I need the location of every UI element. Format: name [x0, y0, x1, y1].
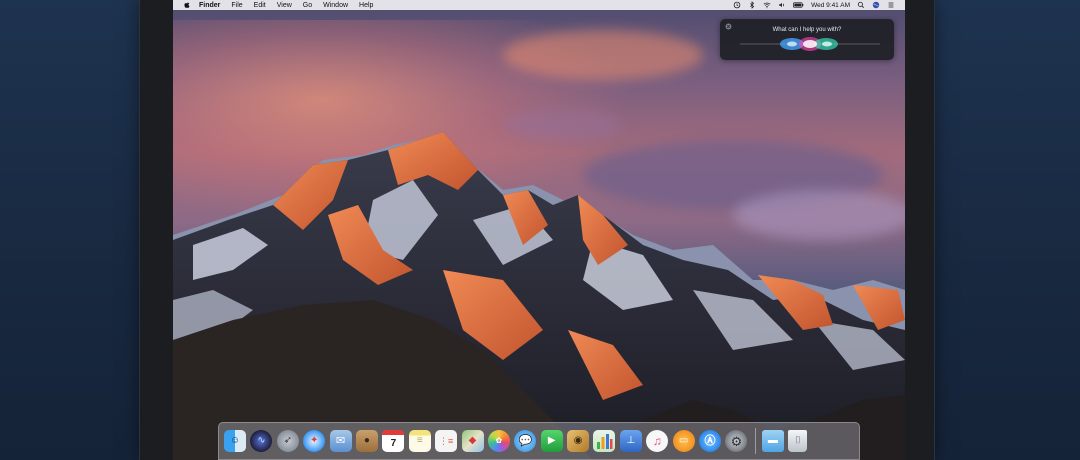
itunes-icon[interactable]: ♫ — [646, 430, 669, 452]
photos-icon[interactable]: ✿ — [487, 430, 510, 452]
menu-go[interactable]: Go — [303, 2, 312, 9]
flower-icon: ✿ — [495, 436, 503, 445]
menu-view[interactable]: View — [277, 2, 292, 9]
menu-file[interactable]: File — [231, 2, 242, 9]
bar-chart-glyph-icon — [597, 434, 613, 449]
menu-help[interactable]: Help — [359, 2, 373, 9]
siri-icon[interactable]: ∿ — [250, 430, 273, 452]
mountain-range — [173, 132, 905, 460]
launchpad-icon[interactable]: ➶ — [276, 430, 299, 452]
compass-icon: ✦ — [309, 435, 319, 446]
app-store-icon[interactable]: Ⓐ — [699, 430, 722, 452]
spotlight-search-icon[interactable] — [857, 1, 865, 9]
folder-icon: ▬ — [767, 435, 778, 446]
status-menus: Wed 9:41 AM — [733, 1, 895, 9]
calendar-day: 7 — [390, 437, 397, 449]
siri-prompt-text: What can I help you with? — [772, 27, 842, 33]
time-machine-icon[interactable] — [733, 1, 741, 9]
siri-wave-glyph-icon: ∿ — [257, 435, 266, 446]
trash-icon[interactable]: ⌷ — [788, 430, 808, 452]
photo-booth-icon[interactable]: ◉ — [567, 430, 590, 452]
menu-edit[interactable]: Edit — [254, 2, 266, 9]
video-camera-icon: ▶ — [547, 435, 556, 446]
calendar-icon[interactable]: 7 — [382, 430, 405, 452]
battery-icon[interactable] — [793, 1, 804, 9]
wifi-icon[interactable] — [763, 1, 771, 9]
lines-icon: ≡ — [416, 435, 423, 446]
finder-icon[interactable]: ☺ — [224, 430, 246, 452]
pin-icon: ◆ — [468, 435, 477, 446]
bluetooth-icon[interactable] — [748, 1, 756, 9]
keynote-icon[interactable]: ⊥ — [619, 430, 642, 452]
siri-panel: What can I help you with? — [720, 19, 894, 60]
podium-icon: ⊥ — [626, 435, 636, 446]
facetime-icon[interactable]: ▶ — [540, 430, 563, 452]
desktop-wallpaper — [173, 0, 905, 460]
person-icon: ● — [363, 435, 370, 446]
maps-icon[interactable]: ◆ — [461, 430, 484, 452]
speech-bubble-icon: 💬 — [518, 434, 533, 447]
book-icon: ▭ — [678, 435, 689, 446]
checklist-icon: ⋮≡ — [438, 435, 454, 446]
contacts-icon[interactable]: ● — [355, 430, 378, 452]
finder-face-icon: ☺ — [229, 435, 241, 446]
ibooks-icon[interactable]: ▭ — [672, 430, 695, 452]
rocket-icon: ➶ — [283, 435, 292, 446]
siri-waveform-icon — [740, 37, 880, 51]
dock-separator — [754, 428, 756, 454]
downloads-folder-icon[interactable]: ▬ — [761, 430, 784, 452]
app-menu-finder[interactable]: Finder — [199, 2, 220, 9]
menu-window[interactable]: Window — [323, 2, 348, 9]
system-preferences-icon[interactable]: ⚙ — [725, 430, 748, 452]
a-letter-icon: Ⓐ — [704, 434, 716, 447]
music-note-icon: ♫ — [652, 434, 662, 448]
menu-bar: Finder File Edit View Go Window Help Wed… — [173, 0, 905, 10]
notes-icon[interactable]: ≡ — [408, 430, 431, 452]
messages-icon[interactable]: 💬 — [514, 430, 537, 452]
menu-clock[interactable]: Wed 9:41 AM — [811, 2, 850, 9]
volume-icon[interactable] — [778, 1, 786, 9]
mail-icon[interactable]: ✉ — [329, 430, 352, 452]
notification-center-icon[interactable] — [887, 1, 895, 9]
camera-icon: ◉ — [573, 435, 583, 446]
apple-menu-icon[interactable] — [183, 1, 191, 9]
reminders-icon[interactable]: ⋮≡ — [435, 430, 458, 452]
safari-icon[interactable]: ✦ — [303, 430, 326, 452]
dock: ☺ ∿ ➶ ✦ ✉ ● 7 ≡ ⋮≡ ◆ ✿ 💬 ▶ ◉ ⊥ ♫ ▭ Ⓐ ⚙ ▬… — [218, 422, 860, 460]
gear-icon: ⚙ — [730, 433, 743, 449]
siri-menu-icon[interactable] — [872, 1, 880, 9]
numbers-icon[interactable] — [593, 430, 616, 452]
envelope-icon: ✉ — [335, 434, 346, 447]
trash-can-icon: ⌷ — [794, 435, 801, 446]
